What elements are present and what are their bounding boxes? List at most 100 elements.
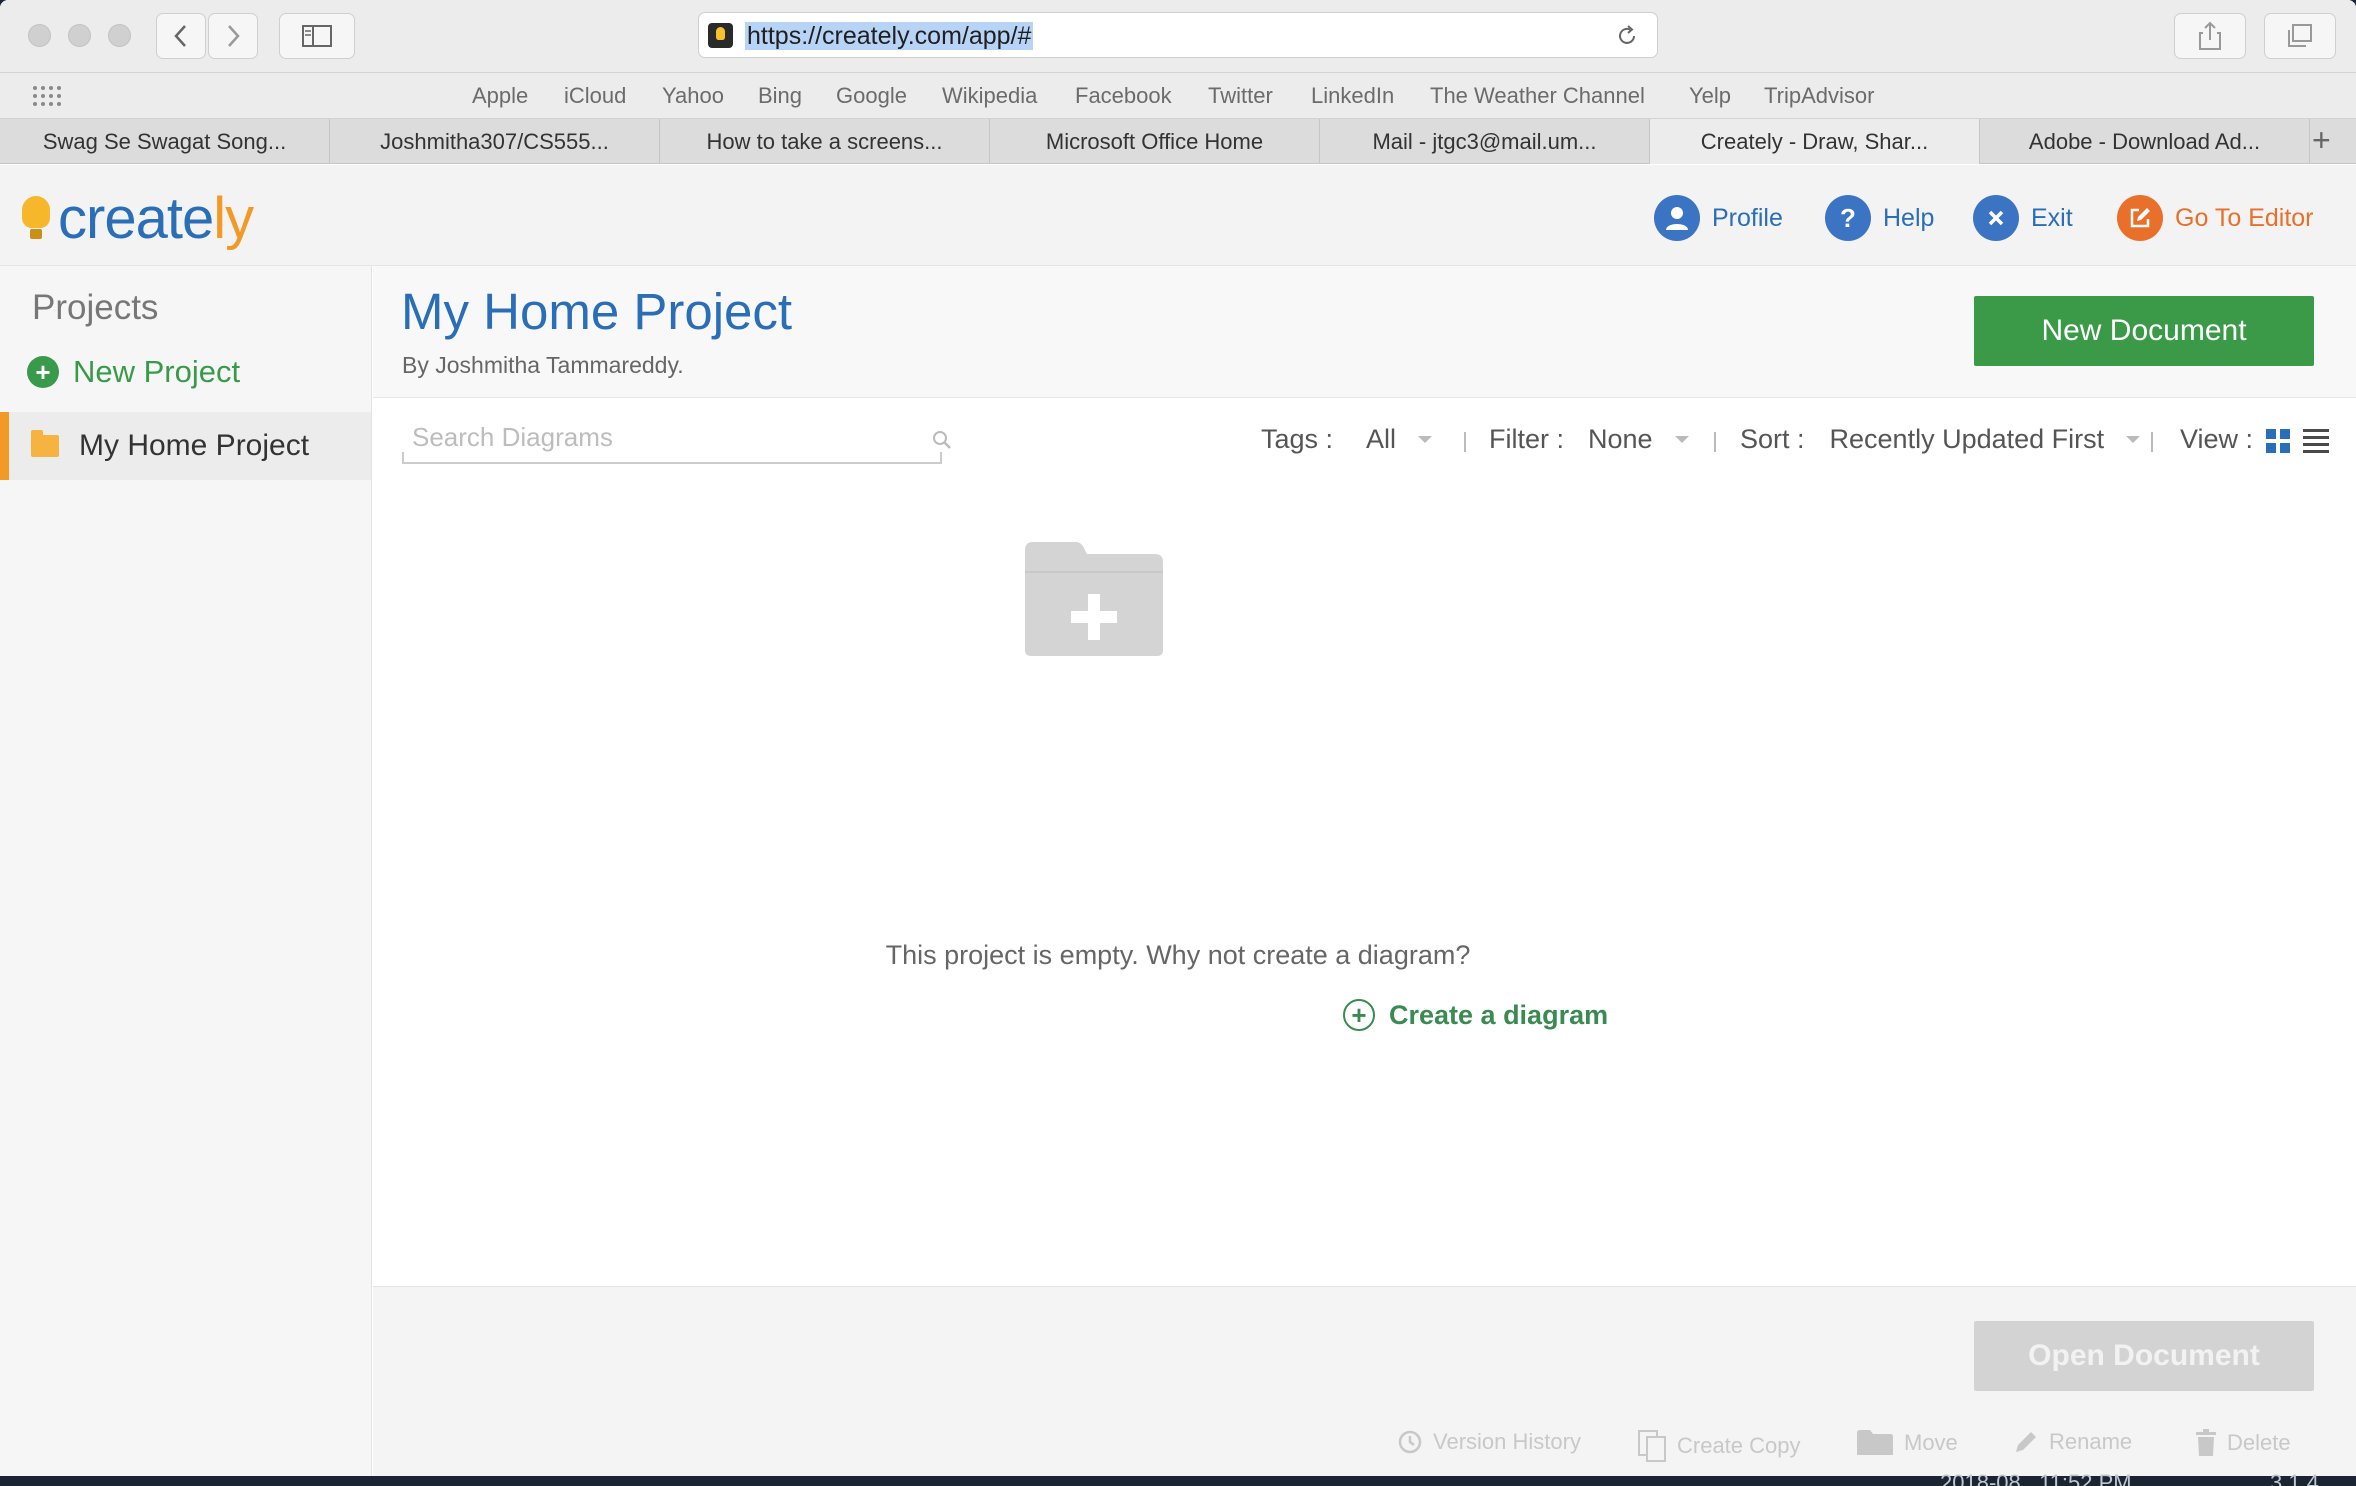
create-copy-button[interactable]: Create Copy: [1637, 1429, 1801, 1463]
document-actions-panel: Open Document Version History Create Cop…: [373, 1286, 2356, 1476]
favorite-linkedin[interactable]: LinkedIn: [1311, 83, 1394, 109]
favorite-google[interactable]: Google: [836, 83, 907, 109]
sort-dropdown[interactable]: Sort : Recently Updated First: [1740, 424, 2141, 455]
address-bar[interactable]: https://creately.com/app/#: [698, 12, 1658, 58]
back-button[interactable]: [156, 13, 206, 59]
forward-button[interactable]: [208, 13, 258, 59]
favorite-wikipedia[interactable]: Wikipedia: [942, 83, 1037, 109]
tags-label: Tags :: [1261, 424, 1334, 454]
sidebar-item-label: My Home Project: [79, 429, 310, 462]
delete-label: Delete: [2227, 1430, 2291, 1455]
browser-tab[interactable]: Mail - jtgc3@mail.um...: [1320, 119, 1650, 164]
minimize-window-button[interactable]: [68, 24, 91, 47]
rename-button[interactable]: Rename: [2013, 1429, 2132, 1455]
tab-label: How to take a screens...: [706, 128, 943, 154]
share-button[interactable]: [2174, 13, 2246, 59]
search-icon[interactable]: [932, 430, 952, 450]
close-icon: [1973, 195, 2019, 241]
profile-link[interactable]: Profile: [1654, 195, 1783, 241]
favorites-bar: Apple iCloud Yahoo Bing Google Wikipedia…: [0, 73, 2356, 119]
create-diagram-link[interactable]: + Create a diagram: [1343, 999, 1608, 1031]
close-window-button[interactable]: [28, 24, 51, 47]
sidebar-icon: [302, 25, 332, 47]
help-link[interactable]: ? Help: [1825, 195, 1934, 241]
browser-tab[interactable]: Microsoft Office Home: [990, 119, 1320, 164]
apps-grid-icon[interactable]: [32, 85, 62, 107]
favorite-apple[interactable]: Apple: [472, 83, 528, 109]
filter-label: Filter :: [1489, 424, 1565, 454]
chevron-down-icon: [1674, 436, 1689, 443]
trash-icon: [2196, 1429, 2216, 1456]
create-diagram-label: Create a diagram: [1389, 999, 1609, 1030]
address-url[interactable]: https://creately.com/app/#: [745, 22, 1034, 50]
delete-button[interactable]: Delete: [2195, 1429, 2291, 1457]
new-project-button[interactable]: + New Project: [27, 354, 240, 390]
favorite-icloud[interactable]: iCloud: [564, 83, 626, 109]
move-button[interactable]: Move: [1856, 1429, 1958, 1457]
tab-label: Mail - jtgc3@mail.um...: [1372, 128, 1597, 154]
logo-text-accent: ly: [213, 186, 254, 251]
chevron-right-icon: [228, 25, 240, 47]
tab-label: Creately - Draw, Shar...: [1700, 128, 1929, 154]
go-to-editor-label: Go To Editor: [2175, 203, 2314, 232]
user-icon: [1654, 195, 1700, 241]
chevron-down-icon: [2126, 436, 2141, 443]
creately-logo[interactable]: creately: [22, 186, 254, 251]
tab-label: Microsoft Office Home: [1045, 128, 1264, 154]
profile-label: Profile: [1712, 203, 1783, 232]
tab-bar: Swag Se Swagat Song... Joshmitha307/CS55…: [0, 119, 2356, 164]
version-history-button[interactable]: Version History: [1397, 1429, 1581, 1455]
tab-label: Joshmitha307/CS555...: [380, 128, 609, 154]
projects-sidebar: Projects + New Project My Home Project: [0, 266, 372, 1476]
tags-dropdown[interactable]: Tags : All: [1261, 424, 1433, 455]
browser-tab-active[interactable]: Creately - Draw, Shar...: [1650, 119, 1980, 164]
search-input[interactable]: [412, 422, 882, 453]
sort-value: Recently Updated First: [1829, 424, 2105, 454]
empty-state-message: This project is empty. Why not create a …: [885, 940, 1471, 970]
filter-dropdown[interactable]: Filter : None: [1489, 424, 1689, 455]
question-icon: ?: [1825, 195, 1871, 241]
divider: [1464, 432, 1466, 452]
favorite-yahoo[interactable]: Yahoo: [662, 83, 724, 109]
page-title: My Home Project: [401, 283, 793, 340]
exit-link[interactable]: Exit: [1973, 195, 2073, 241]
favorite-twitter[interactable]: Twitter: [1208, 83, 1273, 109]
logo-text-main: create: [58, 186, 214, 251]
project-owner: By Joshmitha Tammareddy.: [402, 352, 684, 378]
favorite-bing[interactable]: Bing: [758, 83, 802, 109]
browser-window: https://creately.com/app/# Apple iCloud …: [0, 0, 2356, 1476]
open-document-button[interactable]: Open Document: [1974, 1321, 2314, 1391]
tab-overview-button[interactable]: [2264, 13, 2336, 59]
new-tab-button[interactable]: +: [2312, 122, 2331, 159]
plus-circle-icon: +: [27, 356, 59, 388]
browser-tab[interactable]: Joshmitha307/CS555...: [330, 119, 660, 164]
favorite-yelp[interactable]: Yelp: [1689, 83, 1731, 109]
lightbulb-icon: [22, 196, 50, 242]
chevron-left-icon: [174, 25, 186, 47]
browser-tab[interactable]: Adobe - Download Ad...: [1980, 119, 2310, 164]
pencil-icon: [2016, 1432, 2036, 1452]
folder-icon: [31, 430, 59, 457]
logo-text: creately: [58, 186, 254, 251]
edit-icon: [2117, 195, 2163, 241]
favorite-tripadvisor[interactable]: TripAdvisor: [1764, 83, 1874, 109]
projects-heading: Projects: [32, 288, 159, 327]
zoom-window-button[interactable]: [108, 24, 131, 47]
desktop-version: 3.1.4: [2270, 1470, 2319, 1486]
sidebar-item-my-home-project[interactable]: My Home Project: [0, 412, 371, 480]
favorite-weather-channel[interactable]: The Weather Channel: [1430, 83, 1645, 109]
sidebar-toggle-button[interactable]: [279, 13, 355, 59]
version-history-label: Version History: [1433, 1429, 1581, 1454]
browser-tab[interactable]: How to take a screens...: [660, 119, 990, 164]
reload-icon[interactable]: [1615, 24, 1639, 48]
exit-label: Exit: [2031, 203, 2073, 232]
list-view-icon[interactable]: [2303, 429, 2329, 453]
move-label: Move: [1904, 1430, 1958, 1455]
favorite-facebook[interactable]: Facebook: [1075, 83, 1172, 109]
new-document-button[interactable]: New Document: [1974, 296, 2314, 366]
help-label: Help: [1883, 203, 1935, 232]
grid-view-icon[interactable]: [2266, 429, 2290, 453]
view-label: View :: [2180, 424, 2254, 454]
go-to-editor-link[interactable]: Go To Editor: [2117, 195, 2314, 241]
browser-tab[interactable]: Swag Se Swagat Song...: [0, 119, 330, 164]
